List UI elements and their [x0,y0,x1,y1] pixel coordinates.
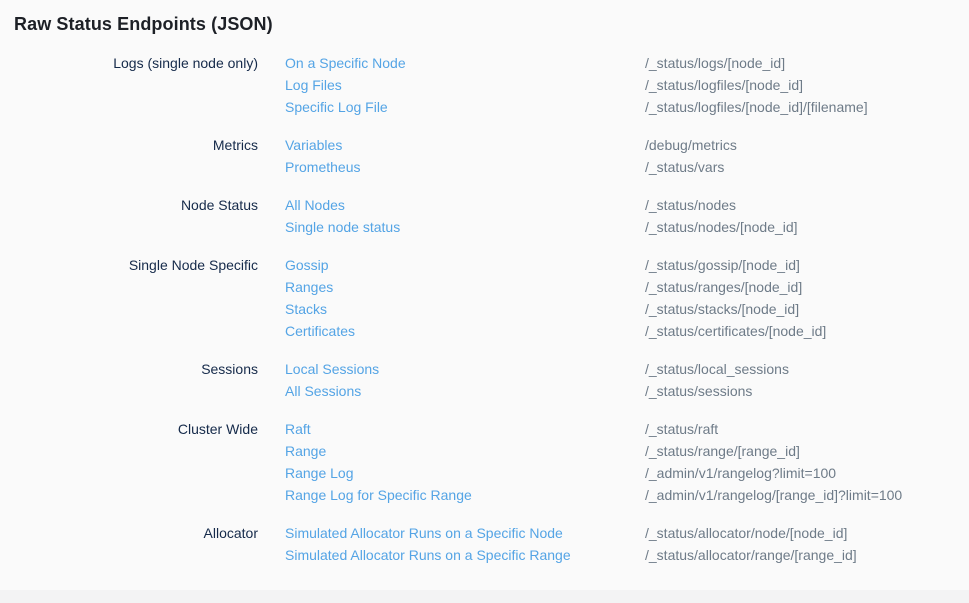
endpoint-link[interactable]: Range [285,440,645,462]
endpoint-link[interactable]: Variables [285,134,645,156]
endpoint-url: /_status/nodes [645,194,736,216]
endpoint-link[interactable]: Local Sessions [285,358,645,380]
endpoint-rows: Raft/_status/raftRange/_status/range/[ra… [285,418,902,506]
endpoint-rows: Variables/debug/metricsPrometheus/_statu… [285,134,737,178]
endpoint-section: Logs (single node only) On a Specific Nod… [14,52,955,118]
section-category-label: Allocator [14,522,258,566]
endpoint-row: Simulated Allocator Runs on a Specific R… [285,544,857,566]
endpoint-row: Raft/_status/raft [285,418,902,440]
endpoint-url: /_status/nodes/[node_id] [645,216,798,238]
endpoint-link[interactable]: Certificates [285,320,645,342]
section-category-label: Cluster Wide [14,418,258,506]
endpoint-rows: Local Sessions/_status/local_sessionsAll… [285,358,789,402]
endpoint-row: Ranges/_status/ranges/[node_id] [285,276,826,298]
endpoint-rows: On a Specific Node/_status/logs/[node_id… [285,52,868,118]
endpoint-link[interactable]: Simulated Allocator Runs on a Specific N… [285,522,645,544]
endpoint-url: /_status/sessions [645,380,752,402]
endpoint-row: All Sessions/_status/sessions [285,380,789,402]
endpoint-link[interactable]: Specific Log File [285,96,645,118]
endpoint-link[interactable]: Range Log [285,462,645,484]
endpoint-section: Allocator Simulated Allocator Runs on a S… [14,522,955,566]
raw-status-endpoints-page: Raw Status Endpoints (JSON) Logs (single… [0,0,969,566]
endpoint-url: /_status/local_sessions [645,358,789,380]
endpoint-url: /debug/metrics [645,134,737,156]
sections: Logs (single node only) On a Specific Nod… [14,52,955,566]
endpoint-link[interactable]: All Nodes [285,194,645,216]
endpoint-url: /_status/logfiles/[node_id] [645,74,803,96]
endpoint-row: Stacks/_status/stacks/[node_id] [285,298,826,320]
endpoint-url: /_status/stacks/[node_id] [645,298,799,320]
endpoint-row: Log Files/_status/logfiles/[node_id] [285,74,868,96]
endpoint-row: Gossip/_status/gossip/[node_id] [285,254,826,276]
endpoint-url: /_status/ranges/[node_id] [645,276,802,298]
endpoint-row: Range Log for Specific Range/_admin/v1/r… [285,484,902,506]
endpoint-link[interactable]: All Sessions [285,380,645,402]
endpoint-url: /_status/vars [645,156,724,178]
endpoint-row: On a Specific Node/_status/logs/[node_id… [285,52,868,74]
section-category-label: Single Node Specific [14,254,258,342]
endpoint-section: Single Node Specific Gossip/_status/gossi… [14,254,955,342]
endpoint-link[interactable]: Range Log for Specific Range [285,484,645,506]
endpoint-link[interactable]: Ranges [285,276,645,298]
endpoint-link[interactable]: Single node status [285,216,645,238]
endpoint-url: /_admin/v1/rangelog?limit=100 [645,462,836,484]
endpoint-link[interactable]: Raft [285,418,645,440]
endpoint-section: Node Status All Nodes/_status/nodesSingle… [14,194,955,238]
endpoint-section: Cluster Wide Raft/_status/raftRange/_stat… [14,418,955,506]
endpoint-row: Range/_status/range/[range_id] [285,440,902,462]
endpoint-url: /_status/allocator/node/[node_id] [645,522,847,544]
endpoint-link[interactable]: On a Specific Node [285,52,645,74]
section-category-label: Metrics [14,134,258,178]
endpoint-url: /_admin/v1/rangelog/[range_id]?limit=100 [645,484,902,506]
endpoint-url: /_status/logs/[node_id] [645,52,785,74]
endpoint-rows: Gossip/_status/gossip/[node_id]Ranges/_s… [285,254,826,342]
endpoint-link[interactable]: Stacks [285,298,645,320]
endpoint-row: Simulated Allocator Runs on a Specific N… [285,522,857,544]
endpoint-url: /_status/certificates/[node_id] [645,320,826,342]
endpoint-row: Prometheus/_status/vars [285,156,737,178]
endpoint-row: Local Sessions/_status/local_sessions [285,358,789,380]
endpoint-url: /_status/gossip/[node_id] [645,254,800,276]
section-category-label: Node Status [14,194,258,238]
endpoint-link[interactable]: Log Files [285,74,645,96]
endpoint-link[interactable]: Gossip [285,254,645,276]
page-title: Raw Status Endpoints (JSON) [14,14,955,35]
footer-band [0,590,969,603]
section-category-label: Logs (single node only) [14,52,258,118]
endpoint-row: Variables/debug/metrics [285,134,737,156]
section-category-label: Sessions [14,358,258,402]
endpoint-rows: Simulated Allocator Runs on a Specific N… [285,522,857,566]
endpoint-url: /_status/allocator/range/[range_id] [645,544,857,566]
endpoint-url: /_status/range/[range_id] [645,440,800,462]
endpoint-row: Single node status/_status/nodes/[node_i… [285,216,798,238]
endpoint-row: Certificates/_status/certificates/[node_… [285,320,826,342]
endpoint-section: Metrics Variables/debug/metricsPrometheus… [14,134,955,178]
endpoint-url: /_status/raft [645,418,718,440]
endpoint-row: Specific Log File/_status/logfiles/[node… [285,96,868,118]
endpoint-section: Sessions Local Sessions/_status/local_ses… [14,358,955,402]
endpoint-rows: All Nodes/_status/nodesSingle node statu… [285,194,798,238]
endpoint-row: All Nodes/_status/nodes [285,194,798,216]
endpoint-row: Range Log/_admin/v1/rangelog?limit=100 [285,462,902,484]
endpoint-link[interactable]: Prometheus [285,156,645,178]
endpoint-url: /_status/logfiles/[node_id]/[filename] [645,96,868,118]
endpoint-link[interactable]: Simulated Allocator Runs on a Specific R… [285,544,645,566]
